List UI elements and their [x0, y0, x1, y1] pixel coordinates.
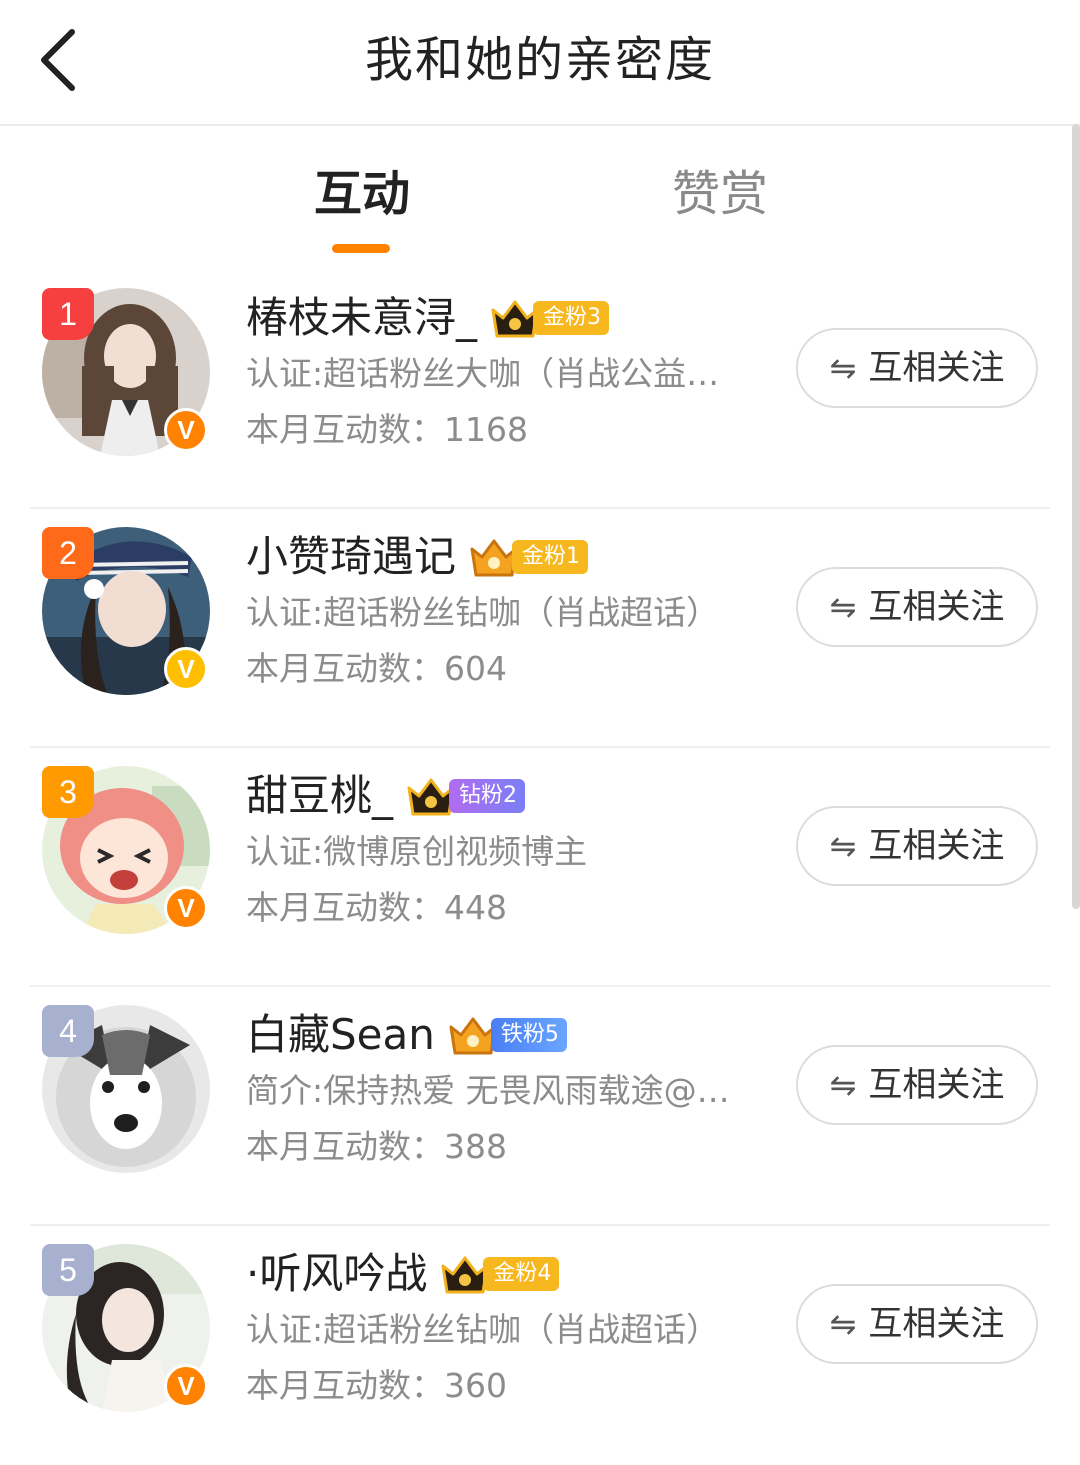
interaction-count-value: 448: [444, 888, 507, 927]
interaction-count-value: 1168: [444, 410, 528, 449]
fan-level-label: 金粉4: [483, 1257, 560, 1291]
verified-badge-icon: V: [164, 886, 208, 930]
fan-level-label: 钻粉2: [449, 779, 526, 813]
user-name[interactable]: 甜豆桃_: [246, 766, 393, 826]
mutual-follow-icon: ⇋: [829, 349, 857, 387]
avatar-container: 3 V: [42, 766, 210, 934]
fan-level-badge[interactable]: 钻粉2: [405, 775, 526, 817]
follow-label: 互相关注: [868, 1304, 1005, 1344]
active-tab-indicator: [332, 244, 390, 253]
user-name[interactable]: ·听风吟战: [246, 1244, 427, 1304]
rank-badge: 2: [42, 527, 94, 579]
fan-level-badge[interactable]: 金粉3: [489, 297, 610, 339]
user-description: 简介:保持热爱 无畏风雨载途@…: [246, 1071, 730, 1110]
verified-badge-icon: V: [164, 647, 208, 691]
user-name[interactable]: 小赞琦遇记: [246, 527, 456, 587]
interaction-count: 本月互动数：388: [246, 1121, 507, 1173]
tab-interaction[interactable]: 互动: [314, 162, 410, 226]
rank-badge: 5: [42, 1244, 94, 1296]
interaction-count-label: 本月互动数：: [246, 649, 444, 688]
verified-badge-icon: V: [164, 1364, 208, 1408]
user-name[interactable]: 白藏Sean: [246, 1005, 435, 1065]
fan-level-badge[interactable]: 金粉1: [468, 536, 589, 578]
user-description: 认证:超话粉丝钻咖（肖战超话）: [246, 1310, 720, 1349]
follow-label: 互相关注: [868, 826, 1005, 866]
mutual-follow-icon: ⇋: [829, 1066, 857, 1104]
fan-level-label: 铁粉5: [490, 1018, 567, 1052]
interaction-count-value: 360: [444, 1366, 507, 1405]
interaction-count: 本月互动数：604: [246, 643, 507, 695]
user-name[interactable]: 椿枝未意浔_: [246, 288, 477, 348]
tab-reward[interactable]: 赞赏: [672, 162, 768, 226]
tab-bar: 互动 赞赏: [0, 150, 1080, 260]
mutual-follow-icon: ⇋: [829, 1305, 857, 1343]
interaction-count-value: 388: [444, 1127, 507, 1166]
page-title: 我和她的亲密度: [364, 32, 715, 88]
intimacy-list: 1 V 椿枝未意浔_ 金粉3 认证:超话粉丝大咖（肖战公益… 本月互动数：116…: [0, 270, 1080, 1465]
mutual-follow-button[interactable]: ⇋ 互相关注: [796, 806, 1038, 886]
name-line: 白藏Sean 铁粉5: [246, 1005, 567, 1065]
verified-badge-icon: V: [164, 408, 208, 452]
list-item[interactable]: 3 V 甜豆桃_ 钻粉2 认证:微博原创视频博主 本月互动数：448 ⇋ 互相关…: [0, 748, 1080, 987]
name-line: ·听风吟战 金粉4: [246, 1244, 560, 1304]
rank-badge: 3: [42, 766, 94, 818]
follow-label: 互相关注: [868, 348, 1005, 388]
fan-level-label: 金粉1: [512, 540, 589, 574]
list-item[interactable]: 4 白藏Sean 铁粉5 简介:保持热爱 无畏风雨载途@… 本月互动数：388 …: [0, 987, 1080, 1226]
interaction-count-label: 本月互动数：: [246, 1127, 444, 1166]
mutual-follow-button[interactable]: ⇋ 互相关注: [796, 1045, 1038, 1125]
interaction-count: 本月互动数：448: [246, 882, 507, 934]
mutual-follow-button[interactable]: ⇋ 互相关注: [796, 1284, 1038, 1364]
mutual-follow-icon: ⇋: [829, 588, 857, 626]
fan-level-badge[interactable]: 金粉4: [439, 1253, 560, 1295]
name-line: 甜豆桃_ 钻粉2: [246, 766, 526, 826]
list-item[interactable]: 1 V 椿枝未意浔_ 金粉3 认证:超话粉丝大咖（肖战公益… 本月互动数：116…: [0, 270, 1080, 509]
name-line: 椿枝未意浔_ 金粉3: [246, 288, 610, 348]
interaction-count: 本月互动数：360: [246, 1360, 507, 1412]
follow-label: 互相关注: [868, 587, 1005, 627]
interaction-count-label: 本月互动数：: [246, 888, 444, 927]
list-item[interactable]: 5 V ·听风吟战 金粉4 认证:超话粉丝钻咖（肖战超话） 本月互动数：360 …: [0, 1226, 1080, 1465]
avatar-container: 2 V: [42, 527, 210, 695]
user-description: 认证:微博原创视频博主: [246, 832, 588, 871]
interaction-count-label: 本月互动数：: [246, 1366, 444, 1405]
user-description: 认证:超话粉丝钻咖（肖战超话）: [246, 593, 720, 632]
follow-label: 互相关注: [868, 1065, 1005, 1105]
fan-level-label: 金粉3: [533, 301, 610, 335]
interaction-count-value: 604: [444, 649, 507, 688]
mutual-follow-button[interactable]: ⇋ 互相关注: [796, 567, 1038, 647]
interaction-count: 本月互动数：1168: [246, 404, 528, 456]
name-line: 小赞琦遇记 金粉1: [246, 527, 589, 587]
mutual-follow-button[interactable]: ⇋ 互相关注: [796, 328, 1038, 408]
rank-badge: 4: [42, 1005, 94, 1057]
rank-badge: 1: [42, 288, 94, 340]
user-description: 认证:超话粉丝大咖（肖战公益…: [246, 354, 720, 393]
fan-level-badge[interactable]: 铁粉5: [447, 1014, 567, 1056]
top-bar: 我和她的亲密度: [0, 0, 1080, 126]
list-item[interactable]: 2 V 小赞琦遇记 金粉1 认证:超话粉丝钻咖（肖战超话） 本月互动数：604 …: [0, 509, 1080, 748]
mutual-follow-icon: ⇋: [829, 827, 857, 865]
avatar-container: 4: [42, 1005, 210, 1173]
avatar-container: 5 V: [42, 1244, 210, 1412]
interaction-count-label: 本月互动数：: [246, 410, 444, 449]
avatar-container: 1 V: [42, 288, 210, 456]
